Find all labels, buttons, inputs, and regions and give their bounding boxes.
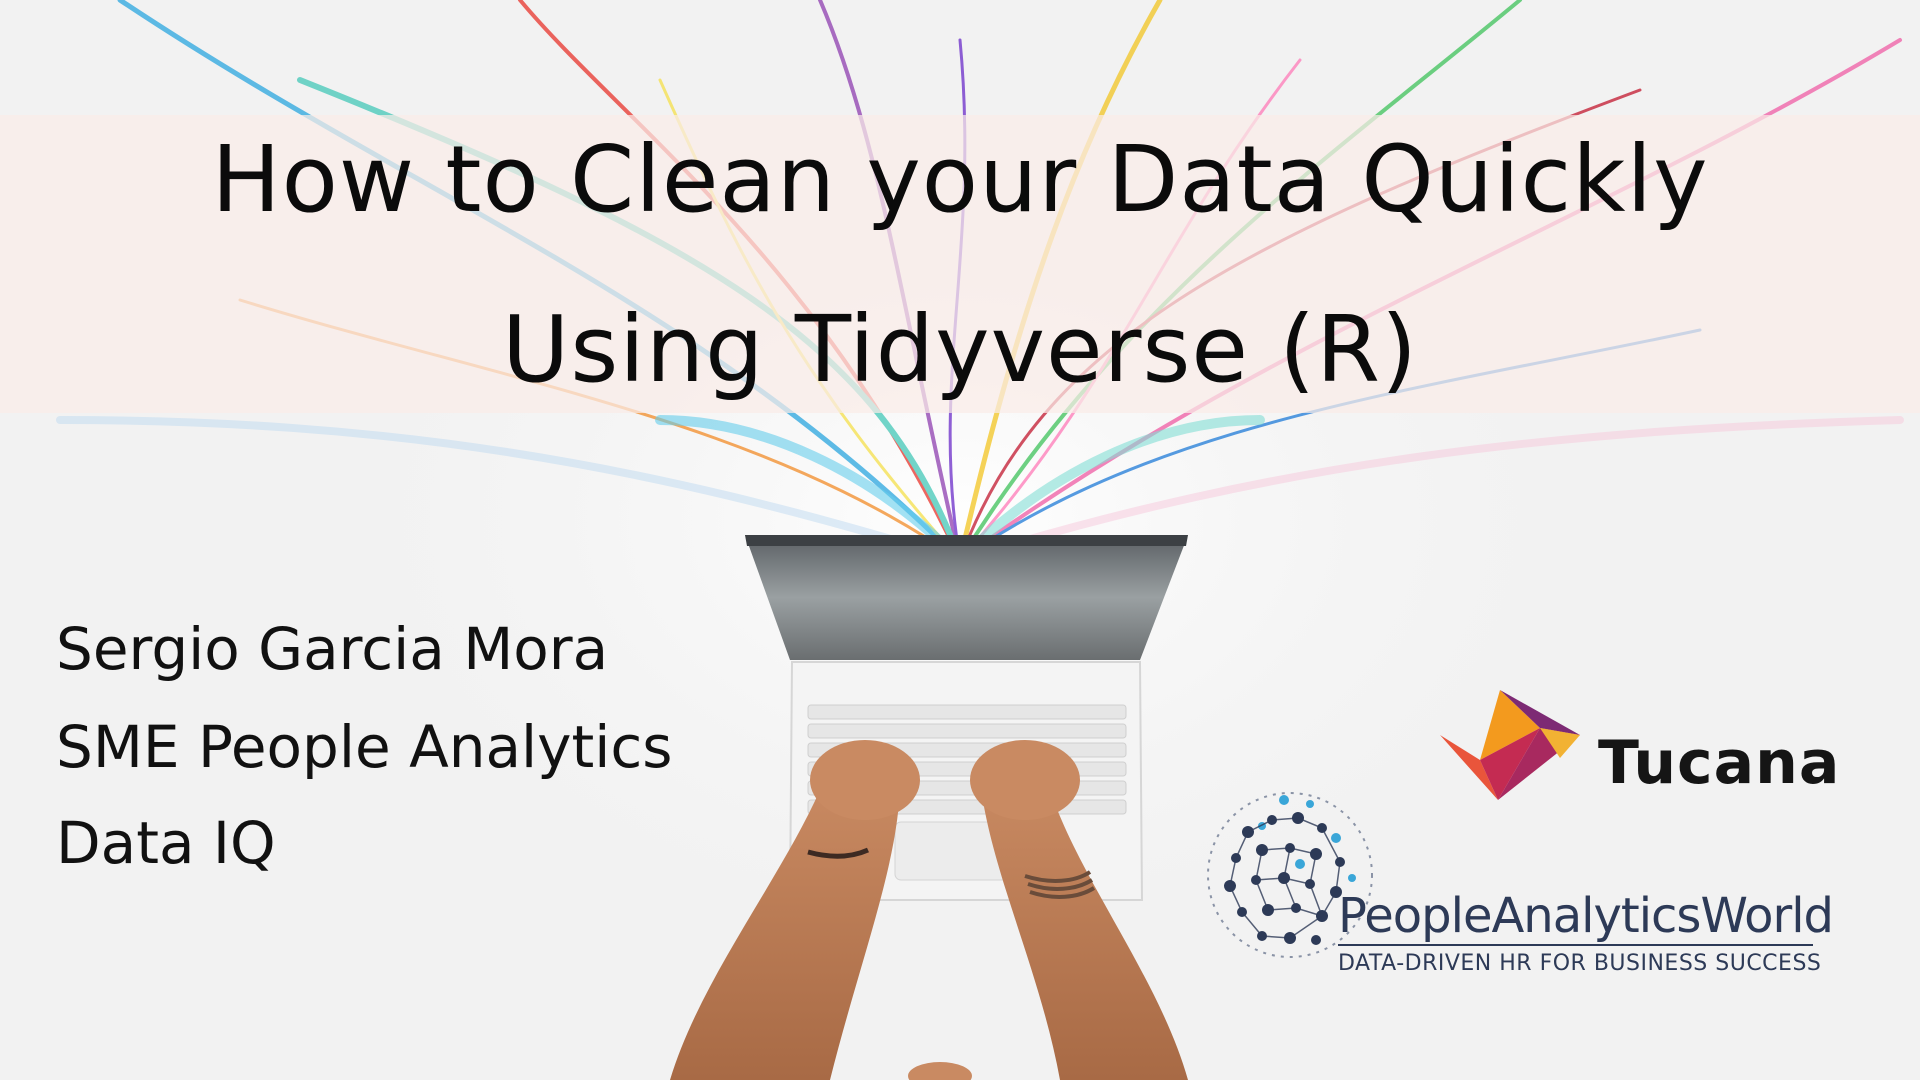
right-hand: [970, 740, 1080, 820]
people-analytics-world-divider: [1338, 944, 1813, 946]
people-analytics-world-name: PeopleAnalyticsWorld: [1338, 888, 1834, 944]
people-analytics-world-tagline: DATA-DRIVEN HR FOR BUSINESS SUCCESS: [1338, 951, 1822, 976]
presenter-role: SME People Analytics: [56, 713, 673, 781]
slide-title-line-2: Using Tidyverse (R): [502, 296, 1418, 403]
slide-title-line-1: How to Clean your Data Quickly: [211, 126, 1709, 233]
laptop-screen: [745, 535, 1188, 660]
left-hand: [810, 740, 920, 820]
presenter-name: Sergio Garcia Mora: [56, 615, 609, 683]
tucana-logo-text: Tucana: [1598, 728, 1841, 798]
presenter-company: Data IQ: [56, 809, 276, 877]
